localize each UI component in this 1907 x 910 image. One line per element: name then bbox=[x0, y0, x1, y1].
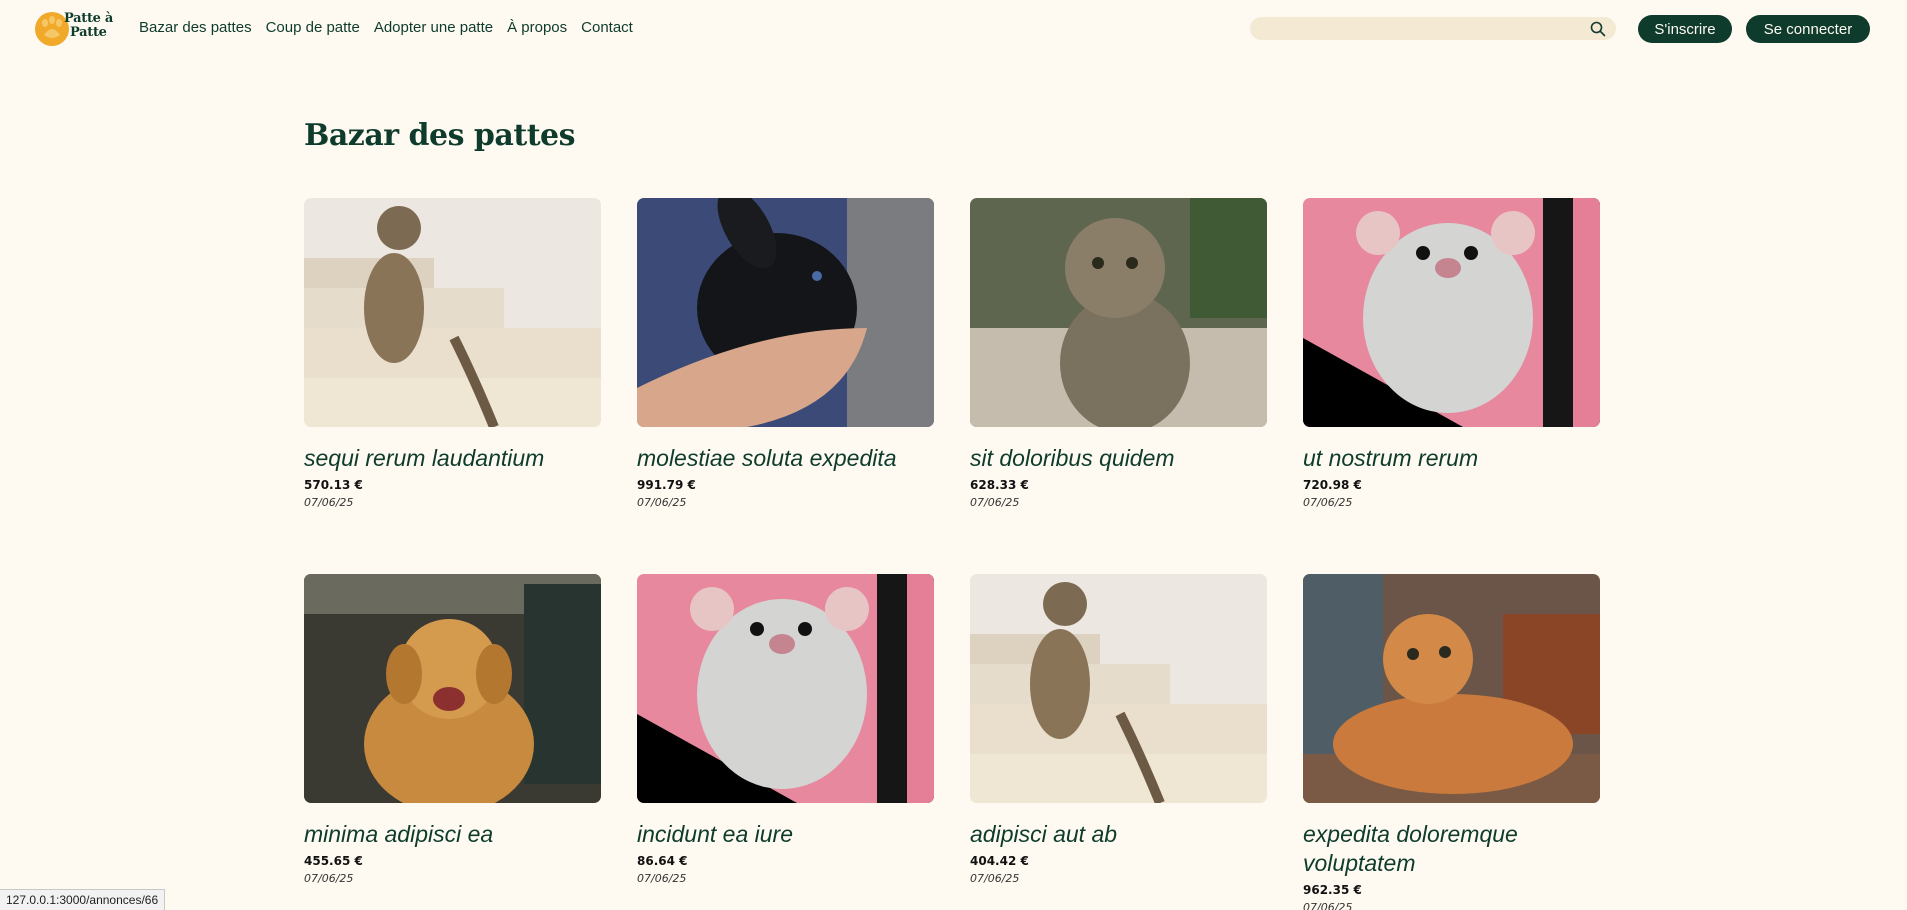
nav-adopter-une-patte[interactable]: Adopter une patte bbox=[374, 19, 493, 36]
listing-title[interactable]: molestiae soluta expedita bbox=[637, 444, 934, 473]
listing-date: 07/06/25 bbox=[970, 872, 1020, 885]
black-rabbit-image bbox=[637, 198, 934, 427]
listing-price: 962.35 € bbox=[1303, 883, 1362, 897]
tabby-cat-image bbox=[304, 198, 601, 427]
listing-price: 991.79 € bbox=[637, 478, 696, 492]
search-icon[interactable] bbox=[1590, 21, 1606, 37]
page-title: Bazar des pattes bbox=[304, 118, 576, 153]
logo-text: Patte à Patte bbox=[64, 12, 113, 40]
listing-title[interactable]: expedita doloremque voluptatem bbox=[1303, 820, 1600, 878]
listing-card[interactable]: incidunt ea iure 86.64 € 07/06/25 bbox=[637, 574, 934, 885]
listing-date: 07/06/25 bbox=[637, 496, 687, 509]
listing-price: 86.64 € bbox=[637, 854, 688, 868]
listing-card[interactable]: adipisci aut ab 404.42 € 07/06/25 bbox=[970, 574, 1267, 885]
listing-image[interactable] bbox=[637, 574, 934, 803]
listing-price: 404.42 € bbox=[970, 854, 1029, 868]
listing-title[interactable]: ut nostrum rerum bbox=[1303, 444, 1600, 473]
signup-button[interactable]: S'inscrire bbox=[1638, 15, 1732, 43]
site-header: Patte à Patte Bazar des pattes Coup de p… bbox=[0, 0, 1907, 56]
listing-card[interactable]: ut nostrum rerum 720.98 € 07/06/25 bbox=[1303, 198, 1600, 509]
listing-card[interactable]: sequi rerum laudantium 570.13 € 07/06/25 bbox=[304, 198, 601, 509]
listing-date: 07/06/25 bbox=[637, 872, 687, 885]
listing-image[interactable] bbox=[637, 198, 934, 427]
logo-line2: Patte bbox=[70, 25, 107, 40]
listing-image[interactable] bbox=[1303, 574, 1600, 803]
nav-a-propos[interactable]: À propos bbox=[507, 19, 567, 36]
listing-title[interactable]: sequi rerum laudantium bbox=[304, 444, 601, 473]
listing-date: 07/06/25 bbox=[304, 872, 354, 885]
listing-date: 07/06/25 bbox=[1303, 496, 1353, 509]
login-button[interactable]: Se connecter bbox=[1746, 15, 1870, 43]
nav-contact[interactable]: Contact bbox=[581, 19, 633, 36]
listing-price: 455.65 € bbox=[304, 854, 363, 868]
listing-image[interactable] bbox=[304, 574, 601, 803]
site-logo[interactable]: Patte à Patte bbox=[34, 9, 120, 49]
listing-card[interactable]: expedita doloremque voluptatem 962.35 € … bbox=[1303, 574, 1600, 910]
listing-title[interactable]: adipisci aut ab bbox=[970, 820, 1267, 849]
search-input[interactable] bbox=[1262, 17, 1582, 40]
listing-title[interactable]: incidunt ea iure bbox=[637, 820, 934, 849]
listing-card[interactable]: sit doloribus quidem 628.33 € 07/06/25 bbox=[970, 198, 1267, 509]
logo-line1: Patte à bbox=[64, 11, 113, 26]
listing-title[interactable]: sit doloribus quidem bbox=[970, 444, 1267, 473]
listing-image[interactable] bbox=[304, 198, 601, 427]
listing-date: 07/06/25 bbox=[970, 496, 1020, 509]
golden-retriever-image bbox=[304, 574, 601, 803]
listing-card[interactable]: minima adipisci ea 455.65 € 07/06/25 bbox=[304, 574, 601, 885]
white-rat-image bbox=[1303, 198, 1600, 427]
tabby-kitten-image bbox=[970, 198, 1267, 427]
listing-image[interactable] bbox=[1303, 198, 1600, 427]
listing-price: 720.98 € bbox=[1303, 478, 1362, 492]
browser-status-bar: 127.0.0.1:3000/annonces/66 bbox=[0, 889, 166, 910]
nav-bazar-des-pattes[interactable]: Bazar des pattes bbox=[139, 19, 252, 36]
tabby-cat-image bbox=[970, 574, 1267, 803]
white-rat-image bbox=[637, 574, 934, 803]
listing-price: 570.13 € bbox=[304, 478, 363, 492]
listing-card[interactable]: molestiae soluta expedita 991.79 € 07/06… bbox=[637, 198, 934, 509]
listing-date: 07/06/25 bbox=[304, 496, 354, 509]
listing-image[interactable] bbox=[970, 574, 1267, 803]
listing-price: 628.33 € bbox=[970, 478, 1029, 492]
listing-date: 07/06/25 bbox=[1303, 901, 1353, 910]
listing-title[interactable]: minima adipisci ea bbox=[304, 820, 601, 849]
listing-image[interactable] bbox=[970, 198, 1267, 427]
main-nav: Bazar des pattes Coup de patte Adopter u… bbox=[139, 19, 633, 36]
orange-cat-image bbox=[1303, 574, 1600, 803]
nav-coup-de-patte[interactable]: Coup de patte bbox=[266, 19, 360, 36]
search-bar bbox=[1250, 17, 1616, 40]
